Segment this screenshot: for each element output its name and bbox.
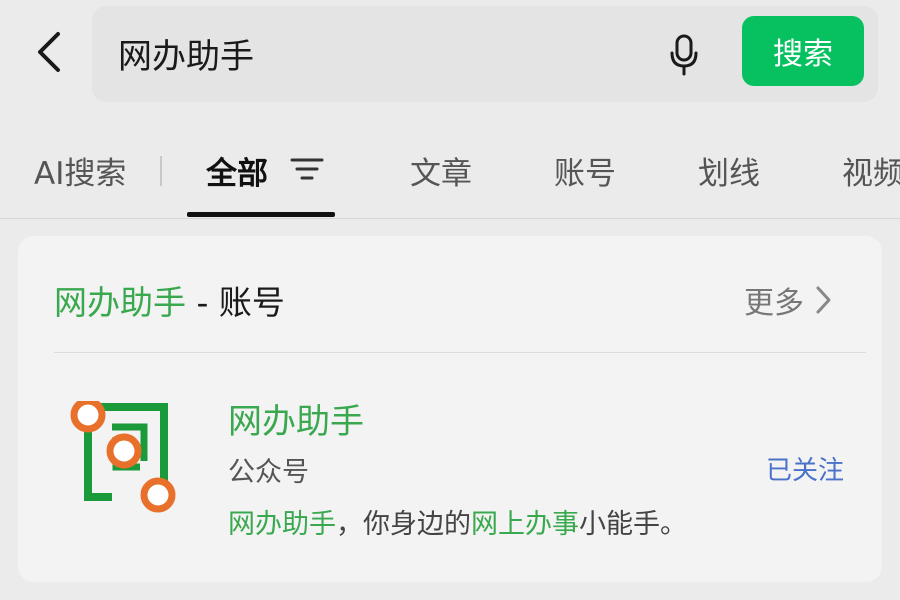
tab-all[interactable]: 全部 (206, 148, 268, 193)
account-type: 公众号 (228, 457, 309, 488)
chevron-right-icon (816, 286, 831, 314)
card-divider (54, 352, 866, 353)
desc-text: 小能手。 (579, 509, 687, 540)
active-tab-indicator (187, 212, 335, 217)
tabs-divider (0, 218, 900, 219)
follow-status-button[interactable]: 已关注 (766, 450, 844, 487)
microphone-icon (670, 34, 698, 76)
section-title: 网办助手 - 账号 (54, 276, 285, 324)
search-button[interactable]: 搜索 (742, 16, 864, 86)
more-label: 更多 (744, 286, 804, 321)
filter-icon[interactable] (290, 154, 324, 184)
desc-text: ，你身边的 (336, 509, 471, 540)
tab-divider (160, 156, 162, 186)
account-logo-icon (70, 401, 176, 513)
more-button[interactable]: 更多 (744, 278, 832, 322)
search-input[interactable] (118, 28, 638, 78)
section-title-keyword: 网办助手 (54, 283, 186, 322)
desc-highlight: 网办助手 (228, 509, 336, 540)
filter-tabs: AI搜索 全部 文章 账号 划线 视频 (0, 130, 900, 218)
tab-highlights[interactable]: 划线 (698, 148, 760, 193)
voice-input-button[interactable] (662, 30, 706, 80)
tab-accounts[interactable]: 账号 (554, 148, 616, 193)
account-description: 网办助手，你身边的网上办事小能手。 (228, 502, 687, 541)
section-title-separator: - (186, 283, 219, 322)
section-title-category: 账号 (218, 283, 285, 322)
desc-highlight: 网上办事 (471, 509, 579, 540)
account-results-card: 网办助手 - 账号 更多 网办助手 公众号 网办助手，你身边的网上办事小能手。 … (18, 236, 882, 582)
account-result-item[interactable]: 网办助手 公众号 网办助手，你身边的网上办事小能手。 已关注 (18, 376, 882, 566)
back-button[interactable] (26, 22, 72, 82)
tab-videos[interactable]: 视频 (842, 148, 900, 193)
search-box: 搜索 (92, 6, 878, 102)
chevron-left-icon (38, 32, 60, 72)
tab-ai-search[interactable]: AI搜索 (34, 148, 126, 193)
account-name: 网办助手 (228, 402, 364, 442)
tab-articles[interactable]: 文章 (410, 148, 472, 193)
